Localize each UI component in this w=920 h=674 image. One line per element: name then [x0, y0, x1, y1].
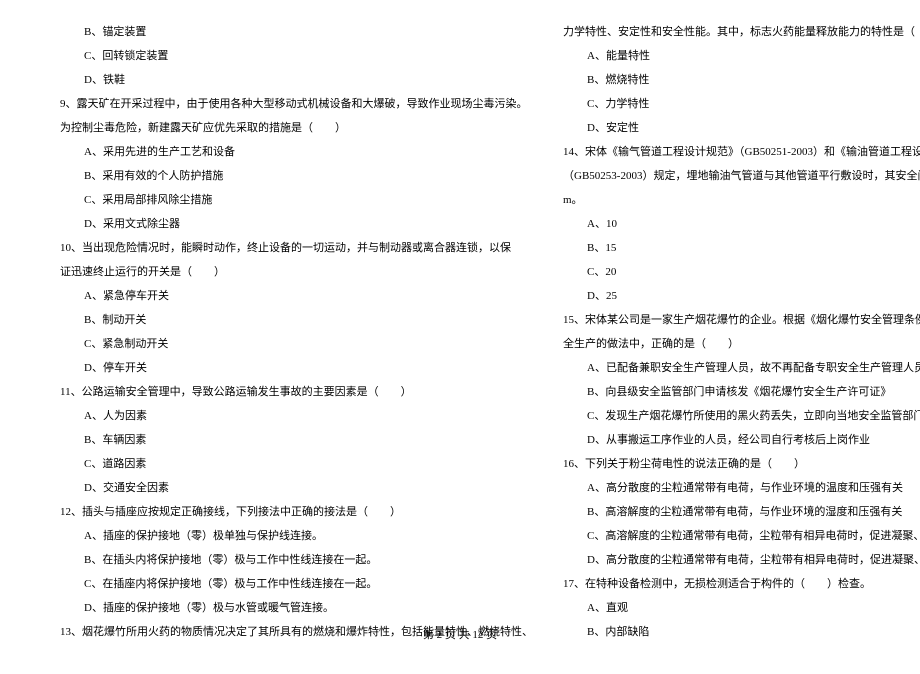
right_column-line: A、直观 [563, 596, 920, 620]
left_column-line: 11、公路运输安全管理中，导致公路运输发生事故的主要因素是（ ） [60, 380, 533, 404]
left_column-line: A、采用先进的生产工艺和设备 [60, 140, 533, 164]
left_column-line: B、车辆因素 [60, 428, 533, 452]
left-column: B、锚定装置C、回转锁定装置D、铁鞋9、露天矿在开采过程中，由于使用各种大型移动… [60, 20, 533, 644]
left_column-line: C、采用局部排风除尘措施 [60, 188, 533, 212]
right_column-line: C、高溶解度的尘粒通常带有电荷，尘粒带有相异电荷时，促进凝聚、加速沉降 [563, 524, 920, 548]
right_column-line: B、向县级安全监管部门申请核发《烟花爆竹安全生产许可证》 [563, 380, 920, 404]
left_column-line: A、人为因素 [60, 404, 533, 428]
right_column-line: C、发现生产烟花爆竹所使用的黑火药丢失，立即向当地安全监管部门和公安部门报告 [563, 404, 920, 428]
right_column-line: D、从事搬运工序作业的人员，经公司自行考核后上岗作业 [563, 428, 920, 452]
right_column-line: 17、在特种设备检测中，无损检测适合于构件的（ ）检查。 [563, 572, 920, 596]
left_column-line: C、紧急制动开关 [60, 332, 533, 356]
right_column-line: 14、宋体《输气管道工程设计规范》（GB50251-2003）和《输油管道工程设… [563, 140, 920, 164]
page-footer: 第 2 页 共 12 页 [0, 626, 920, 642]
left_column-line: D、交通安全因素 [60, 476, 533, 500]
left_column-line: 9、露天矿在开采过程中，由于使用各种大型移动式机械设备和大爆破，导致作业现场尘毒… [60, 92, 533, 116]
left_column-line: 12、插头与插座应按规定正确接线，下列接法中正确的接法是（ ） [60, 500, 533, 524]
left_column-line: B、采用有效的个人防护措施 [60, 164, 533, 188]
right_column-line: A、高分散度的尘粒通常带有电荷，与作业环境的温度和压强有关 [563, 476, 920, 500]
left_column-line: A、插座的保护接地（零）极单独与保护线连接。 [60, 524, 533, 548]
left_column-line: B、制动开关 [60, 308, 533, 332]
left_column-line: D、停车开关 [60, 356, 533, 380]
left_column-line: 证迅速终止运行的开关是（ ） [60, 260, 533, 284]
right_column-line: D、安定性 [563, 116, 920, 140]
right_column-line: A、已配备兼职安全生产管理人员，故不再配备专职安全生产管理人员 [563, 356, 920, 380]
left_column-line: D、采用文式除尘器 [60, 212, 533, 236]
right_column-line: 全生产的做法中，正确的是（ ） [563, 332, 920, 356]
right_column-line: m。 [563, 188, 920, 212]
left_column-line: B、在插头内将保护接地（零）极与工作中性线连接在一起。 [60, 548, 533, 572]
right_column-line: A、能量特性 [563, 44, 920, 68]
left_column-line: A、紧急停车开关 [60, 284, 533, 308]
left_column-line: C、回转锁定装置 [60, 44, 533, 68]
left_column-line: B、锚定装置 [60, 20, 533, 44]
right_column-line: （GB50253-2003）规定，埋地输油气管道与其他管道平行敷设时，其安全间距… [563, 164, 920, 188]
left_column-line: 10、当出现危险情况时，能瞬时动作，终止设备的一切运动，并与制动器或离合器连锁，… [60, 236, 533, 260]
right_column-line: B、高溶解度的尘粒通常带有电荷，与作业环境的湿度和压强有关 [563, 500, 920, 524]
left_column-line: D、插座的保护接地（零）极与水管或暖气管连接。 [60, 596, 533, 620]
right_column-line: B、15 [563, 236, 920, 260]
right-column: 力学特性、安定性和安全性能。其中，标志火药能量释放能力的特性是（ ）A、能量特性… [563, 20, 920, 644]
right_column-line: D、25 [563, 284, 920, 308]
right_column-line: D、高分散度的尘粒通常带有电荷，尘粒带有相异电荷时，促进凝聚、加速沉降 [563, 548, 920, 572]
left_column-line: D、铁鞋 [60, 68, 533, 92]
left_column-line: C、道路因素 [60, 452, 533, 476]
right_column-line: 力学特性、安定性和安全性能。其中，标志火药能量释放能力的特性是（ ） [563, 20, 920, 44]
right_column-line: C、20 [563, 260, 920, 284]
right_column-line: B、燃烧特性 [563, 68, 920, 92]
right_column-line: C、力学特性 [563, 92, 920, 116]
exam-page: B、锚定装置C、回转锁定装置D、铁鞋9、露天矿在开采过程中，由于使用各种大型移动… [0, 0, 920, 674]
left_column-line: 为控制尘毒危险，新建露天矿应优先采取的措施是（ ） [60, 116, 533, 140]
right_column-line: A、10 [563, 212, 920, 236]
right_column-line: 15、宋体某公司是一家生产烟花爆竹的企业。根据《烟化爆竹安全管理条例》，下列该公… [563, 308, 920, 332]
right_column-line: 16、下列关于粉尘荷电性的说法正确的是（ ） [563, 452, 920, 476]
left_column-line: C、在插座内将保护接地（零）极与工作中性线连接在一起。 [60, 572, 533, 596]
